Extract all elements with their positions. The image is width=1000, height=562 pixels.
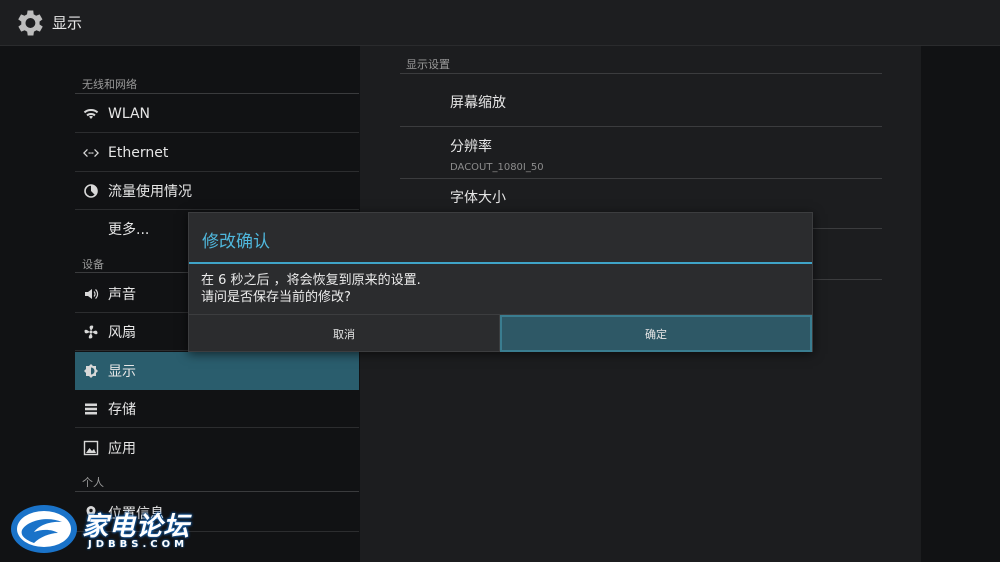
fan-icon [83, 324, 99, 340]
row-divider [75, 132, 359, 133]
row-divider [400, 178, 882, 179]
apps-icon [83, 440, 99, 456]
sidebar-item-label: WLAN [108, 106, 151, 122]
sidebar-item-wlan[interactable]: WLAN [75, 95, 359, 133]
row-divider [75, 427, 359, 428]
action-bar: 显示 [0, 0, 1000, 46]
setting-title: 屏幕缩放 [450, 95, 506, 111]
sidebar-item-display[interactable]: 显示 [75, 352, 359, 390]
storage-icon [83, 401, 99, 417]
dialog-title-divider [189, 262, 812, 264]
page-title: 显示 [52, 14, 83, 32]
watermark-text: 家电论坛 [82, 512, 191, 542]
ethernet-icon [83, 145, 99, 161]
dialog-message-line: 在 6 秒之后 ，将会恢复到原来的设置. [201, 273, 421, 288]
dialog-button-bar: 取消 确定 [189, 314, 812, 352]
dialog-message-line: 请问是否保存当前的修改? [201, 290, 351, 305]
sidebar-item-label: 流量使用情况 [108, 184, 192, 200]
cancel-button[interactable]: 取消 [189, 315, 500, 352]
section-header-wireless: 无线和网络 [82, 78, 137, 91]
gear-icon[interactable] [12, 6, 46, 40]
data-usage-icon [83, 183, 99, 199]
sidebar-item-label: 应用 [108, 441, 136, 457]
confirm-dialog: 修改确认 在 6 秒之后 ，将会恢复到原来的设置. 请问是否保存当前的修改? 取… [188, 212, 813, 352]
sidebar-item-label: 存储 [108, 402, 136, 418]
sidebar-item-label: 更多... [108, 222, 150, 238]
panel-header: 显示设置 [406, 58, 450, 71]
speaker-icon [83, 286, 99, 302]
setting-title: 分辨率 [450, 139, 492, 155]
section-header-device: 设备 [82, 258, 104, 271]
sidebar-item-label: 风扇 [108, 325, 136, 341]
watermark: 家电论坛 JDBBS.COM [8, 500, 208, 560]
setting-summary: DACOUT_1080I_50 [450, 162, 544, 173]
watermark-subtext: JDBBS.COM [88, 539, 189, 550]
brightness-icon [83, 363, 99, 379]
row-divider [400, 126, 882, 127]
sidebar-item-label: 声音 [108, 287, 136, 303]
setting-resolution[interactable]: 分辨率 DACOUT_1080I_50 [450, 136, 544, 173]
section-header-personal: 个人 [82, 476, 104, 489]
panel-divider [400, 73, 882, 74]
wifi-icon [83, 106, 99, 122]
sidebar-item-label: 显示 [108, 364, 136, 380]
setting-title: 字体大小 [450, 190, 506, 206]
dialog-message: 在 6 秒之后 ，将会恢复到原来的设置. 请问是否保存当前的修改? [201, 272, 421, 306]
watermark-logo-icon [11, 505, 77, 553]
sidebar-item-label: Ethernet [108, 145, 169, 161]
sidebar-item-apps[interactable]: 应用 [75, 429, 359, 467]
dialog-title: 修改确认 [202, 232, 270, 252]
setting-screen-zoom[interactable]: 屏幕缩放 [450, 92, 506, 112]
sidebar-item-data-usage[interactable]: 流量使用情况 [75, 172, 359, 210]
section-divider [75, 491, 359, 492]
sidebar-item-ethernet[interactable]: Ethernet [75, 134, 359, 172]
ok-button[interactable]: 确定 [500, 315, 812, 352]
section-divider [75, 93, 359, 94]
sidebar-item-storage[interactable]: 存储 [75, 390, 359, 428]
